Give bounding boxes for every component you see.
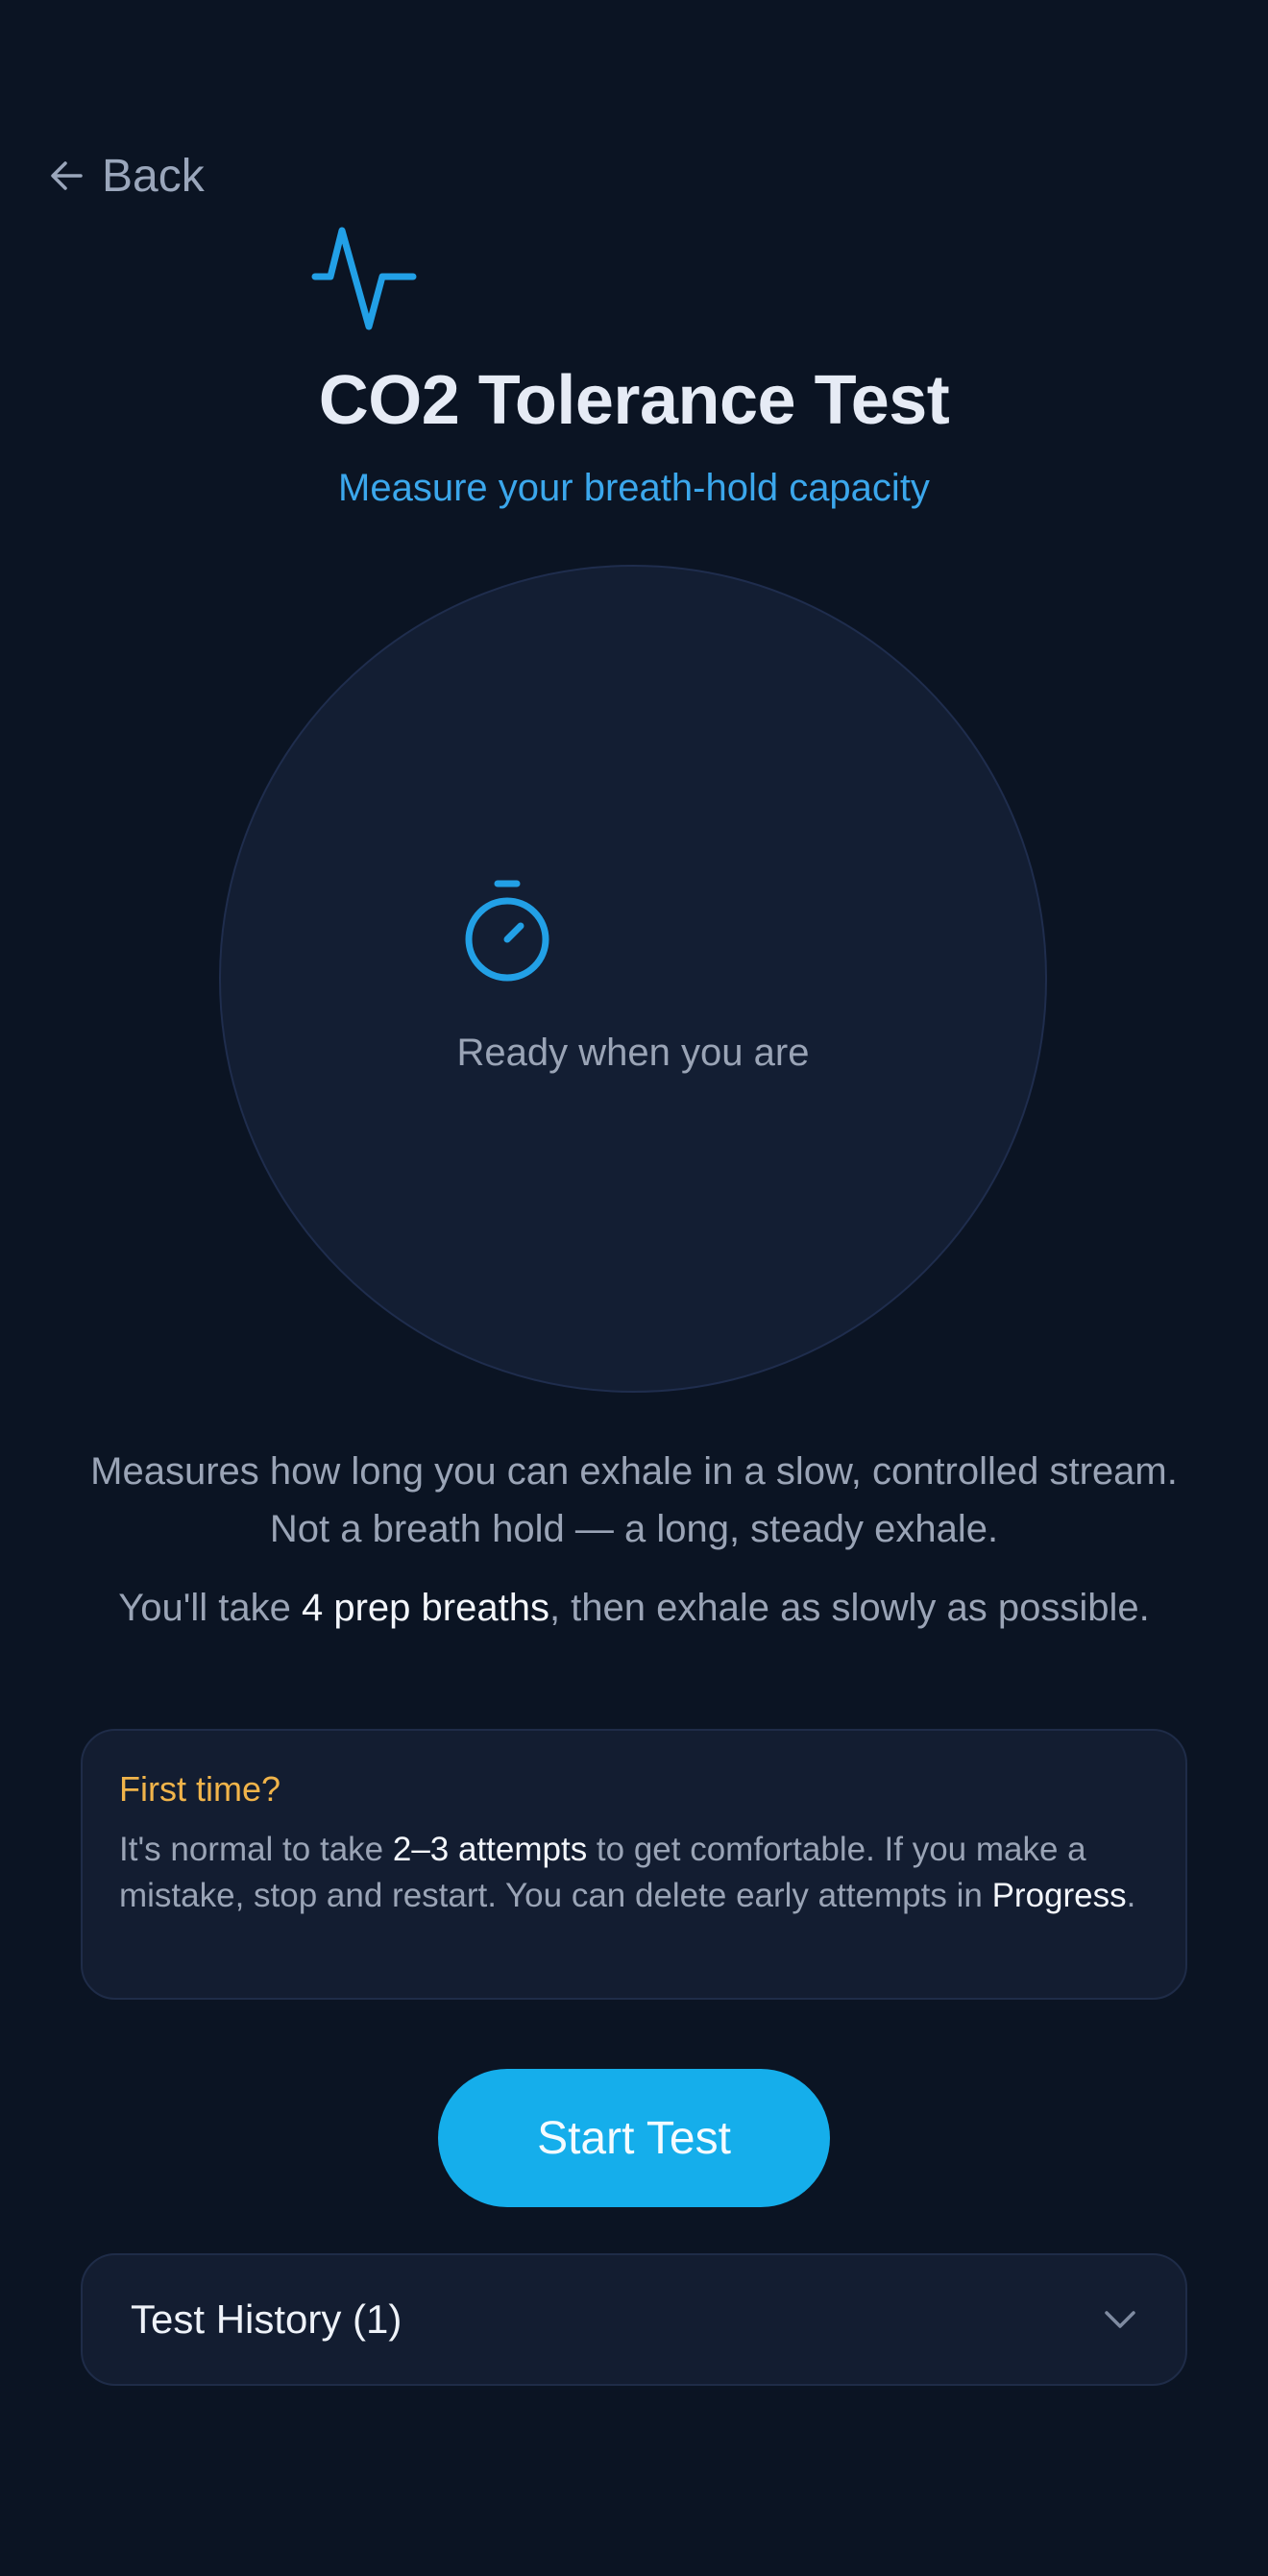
prep-text-end: , then exhale as slowly as possible. bbox=[549, 1587, 1150, 1629]
first-time-card: First time? It's normal to take 2–3 atte… bbox=[81, 1729, 1187, 2000]
timer-dial: Ready when you are bbox=[219, 565, 1047, 1393]
first-time-text: It's normal to take bbox=[119, 1831, 393, 1868]
dial-status-text: Ready when you are bbox=[456, 1032, 810, 1074]
test-history-label: Test History (1) bbox=[131, 2297, 402, 2342]
pulse-icon bbox=[309, 221, 421, 336]
attempts-emphasis: 2–3 attempts bbox=[392, 1831, 588, 1868]
prep-text: You'll take bbox=[118, 1587, 302, 1629]
description-paragraph: Measures how long you can exhale in a sl… bbox=[90, 1450, 1178, 1550]
page-title: CO2 Tolerance Test bbox=[318, 362, 950, 439]
start-test-button[interactable]: Start Test bbox=[438, 2069, 830, 2207]
arrow-left-icon bbox=[48, 157, 86, 195]
back-label: Back bbox=[102, 150, 205, 202]
back-button[interactable]: Back bbox=[48, 144, 205, 207]
prep-breaths-emphasis: 4 prep breaths bbox=[302, 1587, 549, 1629]
progress-link[interactable]: Progress bbox=[992, 1877, 1127, 1914]
first-time-body: It's normal to take 2–3 attempts to get … bbox=[119, 1827, 1149, 1919]
test-history-toggle[interactable]: Test History (1) bbox=[81, 2253, 1187, 2386]
prep-description-paragraph: You'll take 4 prep breaths, then exhale … bbox=[86, 1579, 1182, 1637]
page-subtitle: Measure your breath-hold capacity bbox=[338, 467, 930, 509]
first-time-title: First time? bbox=[119, 1769, 281, 1809]
first-time-text-end: . bbox=[1126, 1877, 1136, 1914]
stopwatch-icon bbox=[461, 878, 553, 987]
chevron-down-icon bbox=[1103, 2309, 1137, 2330]
